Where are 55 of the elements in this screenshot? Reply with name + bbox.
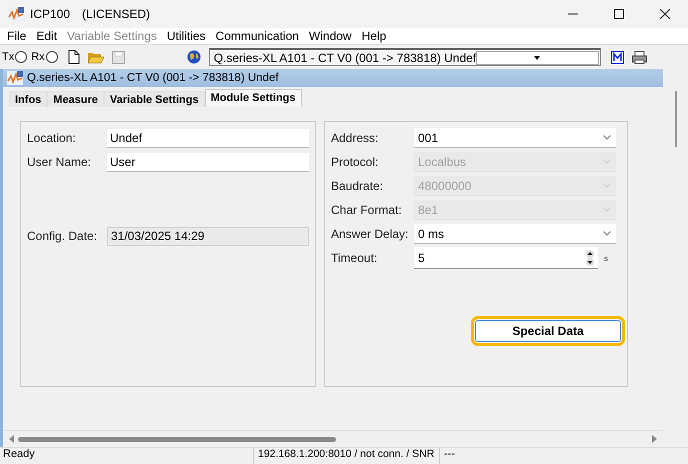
chevron-icon (603, 159, 611, 164)
child-window-title: Q.series-XL A101 - CT V0 (001 -> 783818) Undef (27, 72, 279, 84)
tab[interactable]: Variable Settings (104, 91, 205, 107)
radio-label: Rx (31, 51, 45, 63)
license-label: (LICENSED) (82, 7, 150, 21)
menu-item[interactable]: Communication (210, 29, 304, 43)
menu-item[interactable]: Edit (31, 29, 62, 43)
menu-item[interactable]: Utilities (162, 29, 211, 43)
tab[interactable]: Module Settings (204, 89, 302, 107)
globe-icon[interactable] (186, 50, 201, 64)
text-field[interactable]: User (107, 152, 309, 172)
caret-icon (534, 56, 540, 60)
field-label: Address: (331, 131, 380, 145)
radio-label: Tx (2, 51, 14, 63)
app-icon (7, 71, 23, 85)
chevron-icon (603, 231, 611, 236)
menu-item[interactable]: Window (304, 29, 357, 43)
folder-icon[interactable] (88, 50, 104, 64)
window-title: ICP100 (30, 7, 70, 21)
status-text: Ready (0, 448, 254, 464)
menu-item[interactable]: File (2, 29, 32, 43)
vertical-scrollbar[interactable] (674, 91, 676, 147)
new-document-icon[interactable] (68, 50, 80, 64)
chevron-icon (603, 183, 611, 188)
scroll-left-icon[interactable] (9, 435, 14, 443)
device-combo[interactable]: Q.series-XL A101 - CT V0 (001 -> 783818) Undef (208, 48, 601, 66)
scroll-right-icon[interactable] (652, 435, 657, 443)
status-text: 192.168.1.200:8010 / not conn. / SNR (254, 448, 440, 464)
field-label: Char Format: (331, 203, 403, 217)
radio-button[interactable] (15, 51, 28, 63)
field-label: Config. Date: (27, 229, 98, 243)
field-label: User Name: (27, 155, 92, 169)
field-label: Timeout: (331, 251, 378, 265)
dropdown[interactable]: 0 ms (414, 224, 616, 244)
tab[interactable]: Measure (47, 91, 104, 107)
close-icon (660, 9, 670, 19)
radio-button[interactable] (46, 51, 58, 63)
m-icon[interactable] (610, 50, 624, 64)
app-icon (8, 7, 24, 21)
field-label: Answer Delay: (331, 227, 410, 241)
maximize-icon (614, 9, 624, 19)
status-text: --- (443, 448, 455, 462)
field-label: Location: (27, 131, 77, 145)
dropdown[interactable]: 001 (414, 128, 616, 148)
text-field[interactable]: Undef (107, 128, 309, 148)
spin-field[interactable]: 5 (414, 247, 598, 269)
chevron-icon (603, 207, 611, 212)
field-label: Baudrate: (331, 179, 384, 193)
menu-item[interactable]: Help (356, 29, 392, 43)
tab[interactable]: Infos (9, 91, 48, 107)
spin-arrows-icon[interactable] (585, 250, 595, 266)
printer-icon[interactable] (632, 50, 647, 64)
field-label: Protocol: (331, 155, 380, 169)
unit-label: s (604, 254, 608, 262)
chevron-icon (603, 135, 611, 140)
